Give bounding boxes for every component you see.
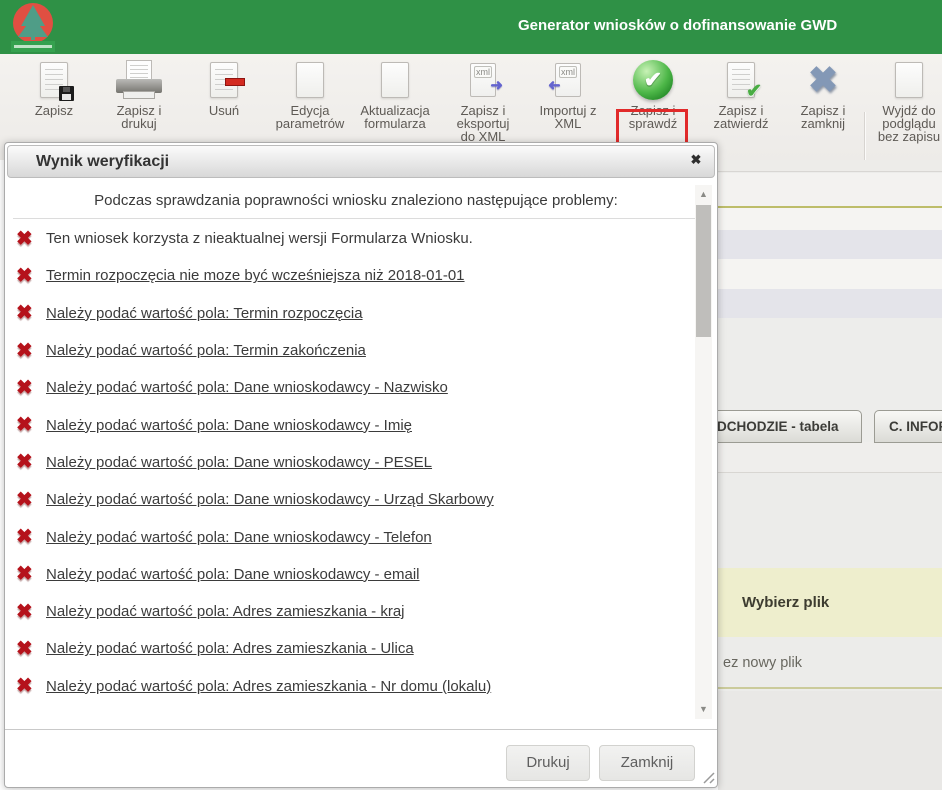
error-link[interactable]: Należy podać wartość pola: Dane wnioskod… bbox=[46, 417, 412, 434]
save-document-icon bbox=[12, 58, 96, 102]
error-x-icon: ✖ bbox=[16, 341, 46, 361]
document-icon bbox=[869, 58, 942, 102]
document-icon bbox=[353, 58, 437, 102]
error-x-icon: ✖ bbox=[16, 378, 46, 398]
error-link[interactable]: Należy podać wartość pola: Dane wnioskod… bbox=[46, 529, 432, 546]
error-link[interactable]: Należy podać wartość pola: Dane wnioskod… bbox=[46, 454, 432, 471]
error-link[interactable]: Należy podać wartość pola: Adres zamiesz… bbox=[46, 678, 491, 695]
error-x-icon: ✖ bbox=[16, 266, 46, 286]
error-link[interactable]: Należy podać wartość pola: Dane wnioskod… bbox=[46, 566, 420, 583]
close-dialog-button[interactable]: Zamknij bbox=[599, 745, 695, 781]
list-item: ✖ Należy podać wartość pola: Dane wniosk… bbox=[7, 406, 715, 443]
delete-document-icon bbox=[182, 58, 266, 102]
check-circle-icon: ✔ bbox=[611, 58, 695, 102]
list-item: ✖ Termin rozpoczęcia nie moze być wcześn… bbox=[7, 257, 715, 294]
toolbar-button-wyjdz-do-podgladu[interactable]: Wyjdź do podglądu bez zapisu bbox=[869, 58, 942, 158]
error-link[interactable]: Należy podać wartość pola: Termin rozpoc… bbox=[46, 305, 363, 322]
list-item: ✖ Należy podać wartość pola: Dane wniosk… bbox=[7, 518, 715, 555]
list-item: ✖ Należy podać wartość pola: Adres zamie… bbox=[7, 668, 715, 705]
list-item: ✖ Należy podać wartość pola: Adres zamie… bbox=[7, 630, 715, 667]
arrow-right-icon: ➜ bbox=[490, 79, 503, 93]
list-item: ✖ Należy podać wartość pola: Termin rozp… bbox=[7, 295, 715, 332]
list-item: ✖ Należy podać wartość pola: Dane wniosk… bbox=[7, 444, 715, 481]
divider bbox=[5, 729, 717, 730]
scrollbar-thumb[interactable] bbox=[696, 205, 711, 337]
list-item: ✖ Należy podać wartość pola: Dane wniosk… bbox=[7, 556, 715, 593]
error-x-icon: ✖ bbox=[16, 303, 46, 323]
error-text: Ten wniosek korzysta z nieaktualnej wers… bbox=[46, 230, 473, 247]
error-x-icon: ✖ bbox=[16, 639, 46, 659]
divider bbox=[13, 218, 707, 219]
scroll-down-icon[interactable]: ▼ bbox=[695, 701, 712, 718]
document-icon bbox=[268, 58, 352, 102]
error-x-icon: ✖ bbox=[16, 602, 46, 622]
list-item: ✖ Należy podać wartość pola: Termin zako… bbox=[7, 332, 715, 369]
print-button[interactable]: Drukuj bbox=[506, 745, 590, 781]
scrollbar[interactable]: ▲ ▼ bbox=[695, 185, 712, 719]
error-x-icon: ✖ bbox=[16, 527, 46, 547]
verification-result-dialog: Wynik weryfikacji ✖ Podczas sprawdzania … bbox=[4, 142, 718, 788]
app-header: Generator wniosków o dofinansowanie GWD bbox=[0, 0, 942, 54]
app-logo-icon bbox=[8, 2, 58, 54]
error-link[interactable]: Termin rozpoczęcia nie moze być wcześnie… bbox=[46, 267, 465, 284]
close-icon[interactable]: ✖ bbox=[687, 151, 705, 169]
scroll-up-icon[interactable]: ▲ bbox=[695, 186, 712, 203]
close-x-icon: ✖ bbox=[781, 58, 865, 102]
dialog-titlebar[interactable]: Wynik weryfikacji bbox=[7, 145, 715, 178]
error-x-icon: ✖ bbox=[16, 564, 46, 584]
dialog-intro-text: Podczas sprawdzania poprawności wniosku … bbox=[7, 185, 715, 209]
error-x-icon: ✖ bbox=[16, 415, 46, 435]
tab-dochodzie-tabela[interactable]: DCHODZIE - tabela bbox=[718, 410, 862, 443]
error-link[interactable]: Należy podać wartość pola: Dane wnioskod… bbox=[46, 491, 494, 508]
error-x-icon: ✖ bbox=[16, 490, 46, 510]
file-note-text: ez nowy plik bbox=[723, 655, 802, 671]
list-item: ✖ Należy podać wartość pola: Dane wniosk… bbox=[7, 481, 715, 518]
error-link[interactable]: Należy podać wartość pola: Adres zamiesz… bbox=[46, 640, 414, 657]
error-list: ✖ Ten wniosek korzysta z nieaktualnej we… bbox=[7, 220, 715, 705]
list-item: ✖ Należy podać wartość pola: Adres zamie… bbox=[7, 593, 715, 630]
tab-c-informacje[interactable]: C. INFOR bbox=[874, 410, 942, 443]
error-link[interactable]: Należy podać wartość pola: Dane wnioskod… bbox=[46, 379, 448, 396]
error-x-icon: ✖ bbox=[16, 676, 46, 696]
document-check-icon: ✔ bbox=[699, 58, 783, 102]
error-link[interactable]: Należy podać wartość pola: Termin zakońc… bbox=[46, 342, 366, 359]
form-row bbox=[718, 230, 942, 259]
list-item: ✖ Należy podać wartość pola: Dane wniosk… bbox=[7, 369, 715, 406]
xml-export-icon: xml ➜ bbox=[441, 58, 525, 102]
error-list-viewport: Podczas sprawdzania poprawności wniosku … bbox=[7, 185, 715, 719]
error-x-icon: ✖ bbox=[16, 452, 46, 472]
form-row bbox=[718, 289, 942, 318]
form-background: DCHODZIE - tabela C. INFOR Wybierz plik … bbox=[718, 160, 942, 790]
list-item: ✖ Ten wniosek korzysta z nieaktualnej we… bbox=[7, 220, 715, 257]
error-x-icon: ✖ bbox=[16, 229, 46, 249]
toolbar-button-zapisz-i-zamknij[interactable]: ✖ Zapisz i zamknij bbox=[781, 58, 865, 158]
choose-file-button[interactable]: Wybierz plik bbox=[742, 568, 829, 637]
arrow-left-icon: ➜ bbox=[548, 79, 561, 93]
xml-import-icon: xml ➜ bbox=[526, 58, 610, 102]
print-icon bbox=[97, 58, 181, 102]
resize-grip[interactable] bbox=[701, 770, 715, 784]
error-link[interactable]: Należy podać wartość pola: Adres zamiesz… bbox=[46, 603, 405, 620]
app-window: Generator wniosków o dofinansowanie GWD … bbox=[0, 0, 942, 790]
app-title: Generator wniosków o dofinansowanie GWD bbox=[518, 17, 837, 34]
